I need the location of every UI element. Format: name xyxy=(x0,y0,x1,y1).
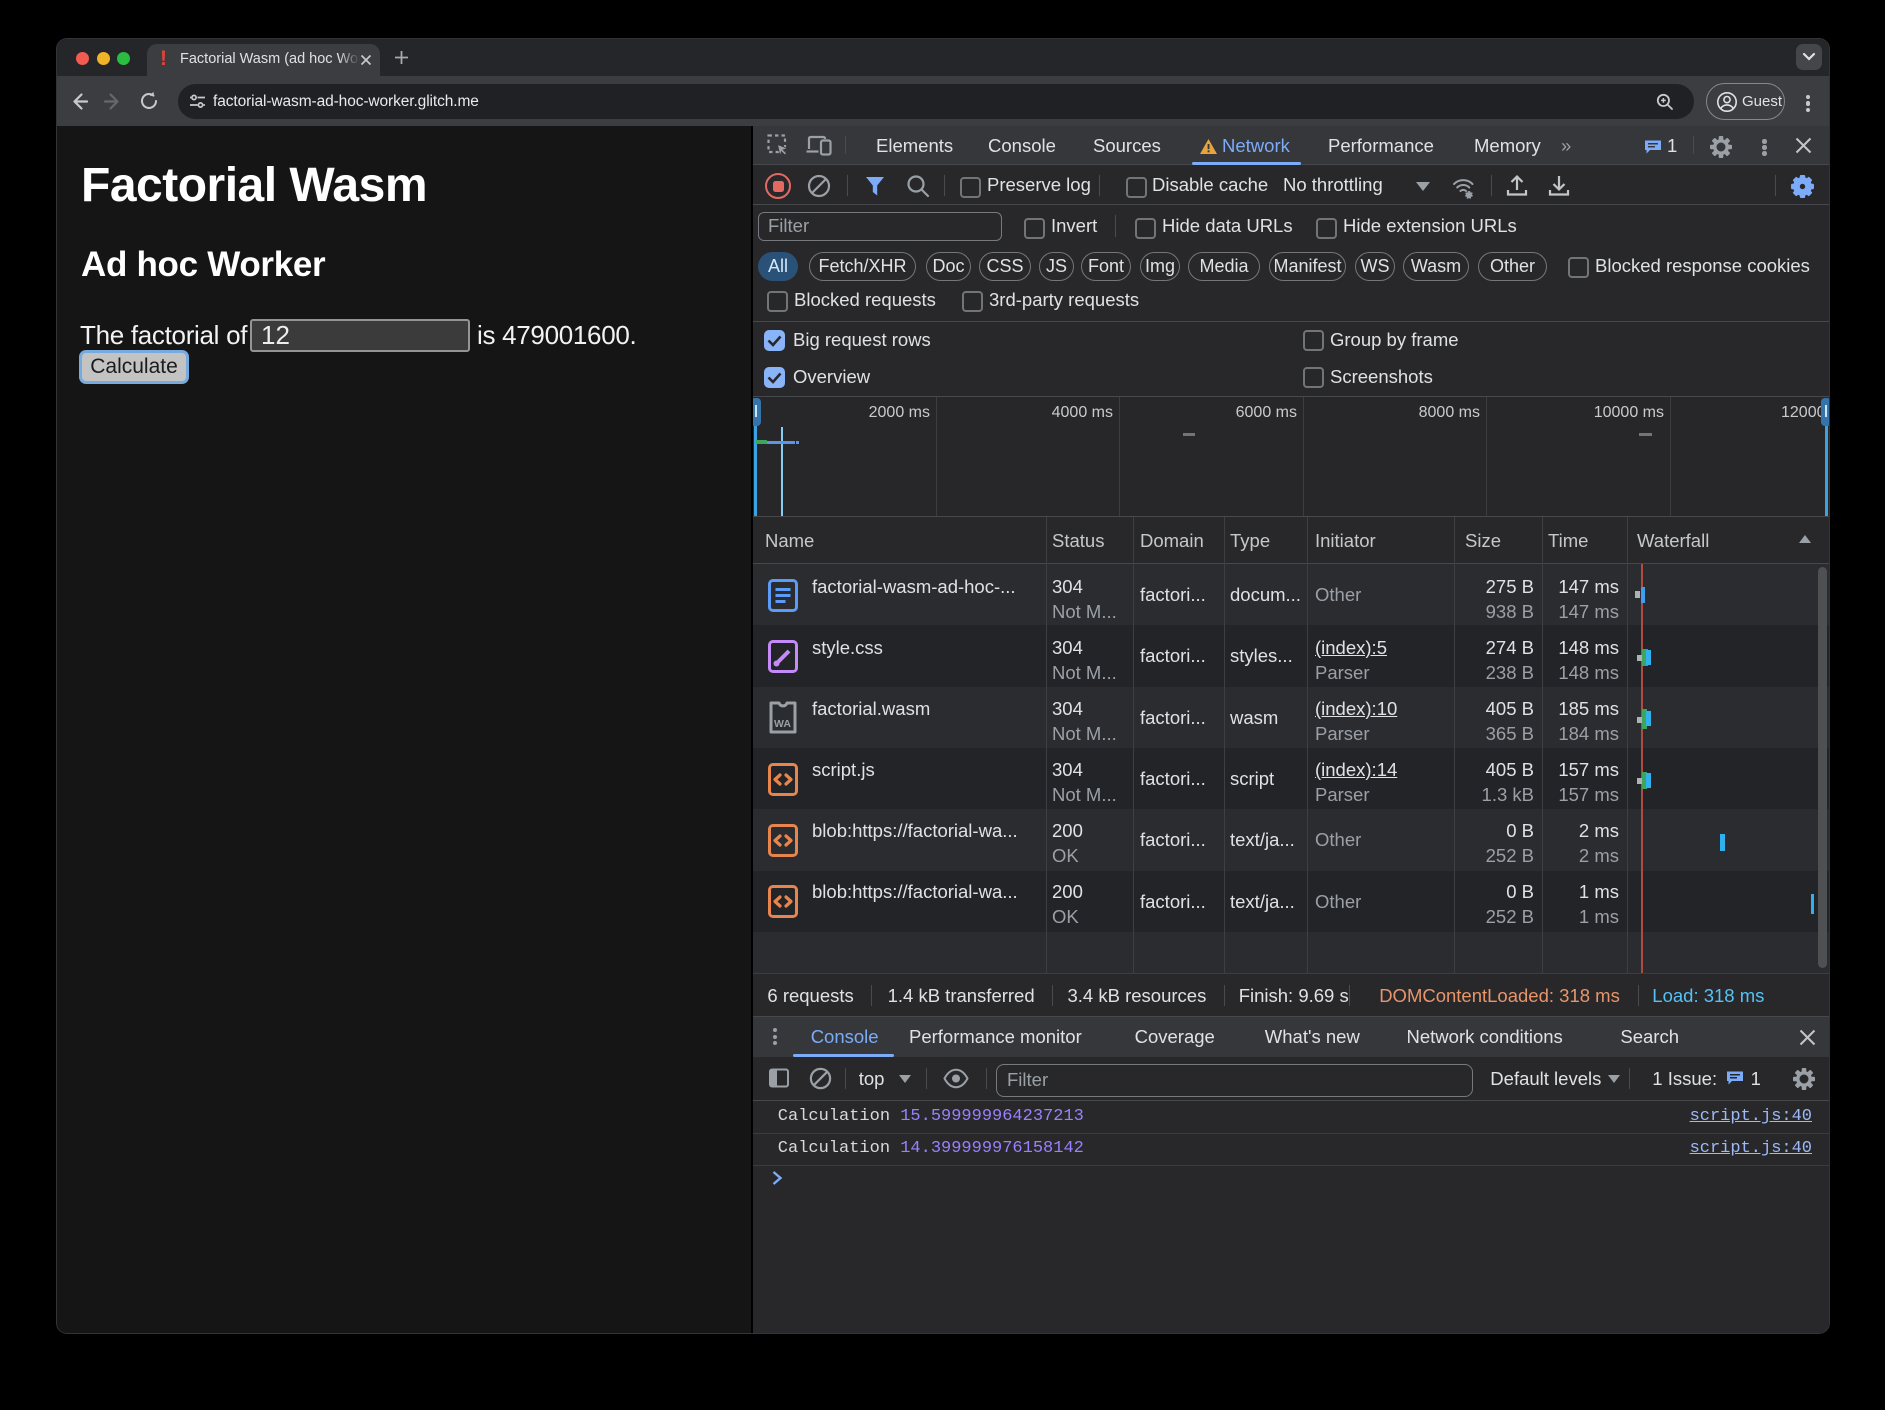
svg-text:WA: WA xyxy=(774,718,791,730)
